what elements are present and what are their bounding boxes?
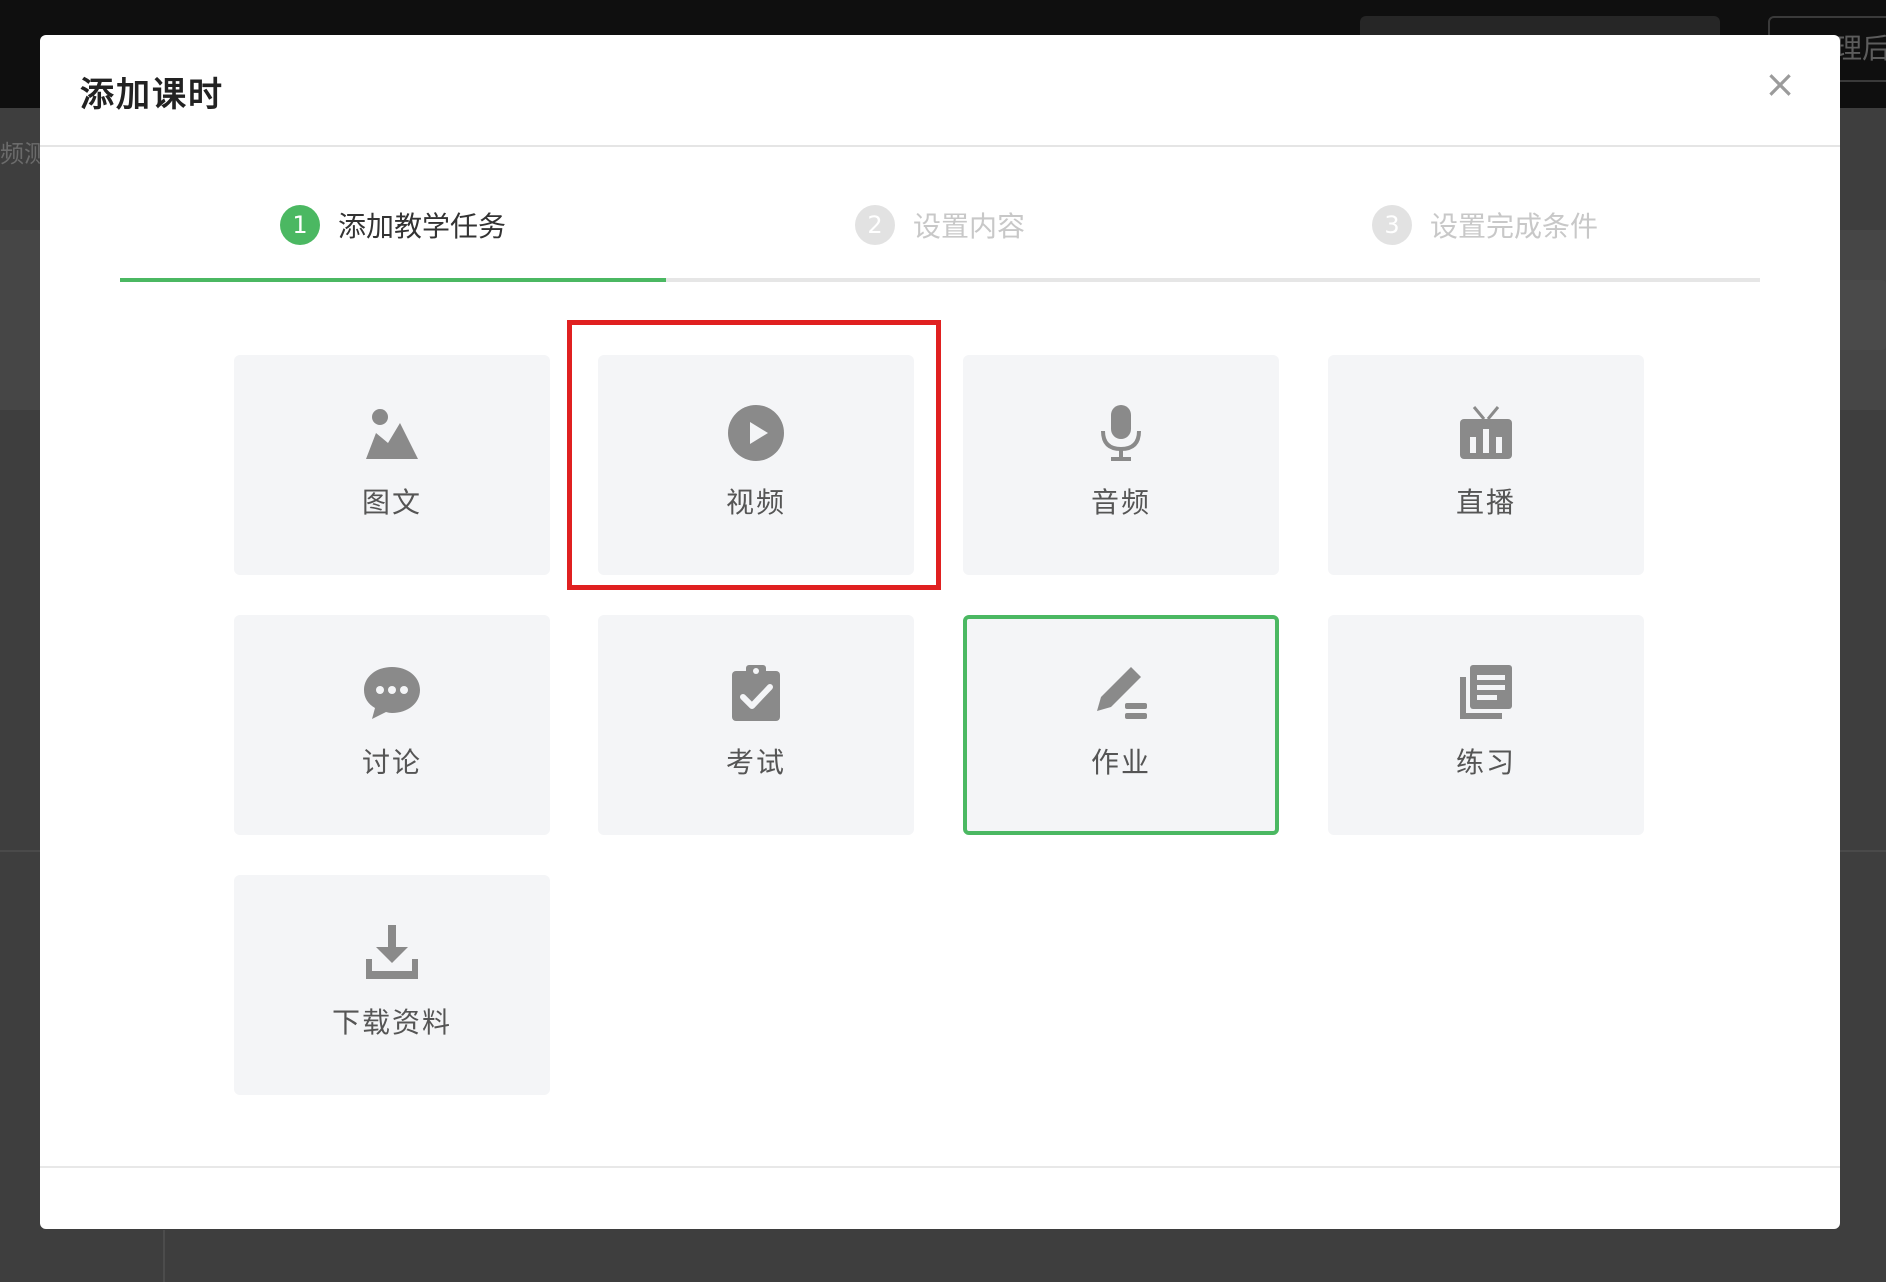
step-progress-fill xyxy=(120,278,666,282)
step-set-completion: 3 设置完成条件 xyxy=(1372,205,1598,245)
pen-edit-icon xyxy=(1091,663,1151,723)
background-sidebar-edge xyxy=(163,1230,165,1282)
task-type-label: 直播 xyxy=(1455,486,1516,519)
dialog-title: 添加课时 xyxy=(80,75,224,115)
step-number: 2 xyxy=(855,205,895,245)
task-type-label: 图文 xyxy=(361,486,422,519)
dialog-footer-divider xyxy=(40,1166,1840,1168)
task-type-label: 练习 xyxy=(1455,746,1516,779)
task-type-live[interactable]: 直播 xyxy=(1328,355,1644,575)
step-add-task: 1 添加教学任务 xyxy=(280,205,506,245)
list-document-icon xyxy=(1456,663,1516,723)
task-type-label: 视频 xyxy=(725,486,786,519)
task-type-exam[interactable]: 考试 xyxy=(598,615,914,835)
step-indicator: 1 添加教学任务 2 设置内容 3 设置完成条件 xyxy=(120,205,1760,285)
task-type-discussion[interactable]: 讨论 xyxy=(234,615,550,835)
step-number: 1 xyxy=(280,205,320,245)
dialog-header: 添加课时 × xyxy=(40,35,1840,147)
task-type-label: 作业 xyxy=(1090,746,1151,779)
close-icon[interactable]: × xyxy=(1764,65,1796,103)
task-type-label: 下载资料 xyxy=(331,1006,452,1039)
task-type-label: 讨论 xyxy=(361,746,422,779)
image-text-icon xyxy=(362,403,422,463)
task-type-practice[interactable]: 练习 xyxy=(1328,615,1644,835)
step-label: 设置完成条件 xyxy=(1430,210,1599,243)
microphone-icon xyxy=(1091,403,1151,463)
step-label: 设置内容 xyxy=(913,210,1026,243)
chat-bubble-icon xyxy=(362,663,422,723)
task-type-label: 考试 xyxy=(725,746,786,779)
task-type-homework[interactable]: 作业 xyxy=(963,615,1279,835)
background-side-tab xyxy=(1836,280,1886,350)
task-type-audio[interactable]: 音频 xyxy=(963,355,1279,575)
task-type-label: 音频 xyxy=(1090,486,1151,519)
download-icon xyxy=(362,923,422,983)
step-number: 3 xyxy=(1372,205,1412,245)
video-play-icon xyxy=(726,403,786,463)
tv-live-icon xyxy=(1456,403,1516,463)
step-label: 添加教学任务 xyxy=(338,210,507,243)
clipboard-check-icon xyxy=(726,663,786,723)
task-type-video[interactable]: 视频 xyxy=(598,355,914,575)
task-type-image-text[interactable]: 图文 xyxy=(234,355,550,575)
step-set-content: 2 设置内容 xyxy=(855,205,1025,245)
task-type-download[interactable]: 下载资料 xyxy=(234,875,550,1095)
